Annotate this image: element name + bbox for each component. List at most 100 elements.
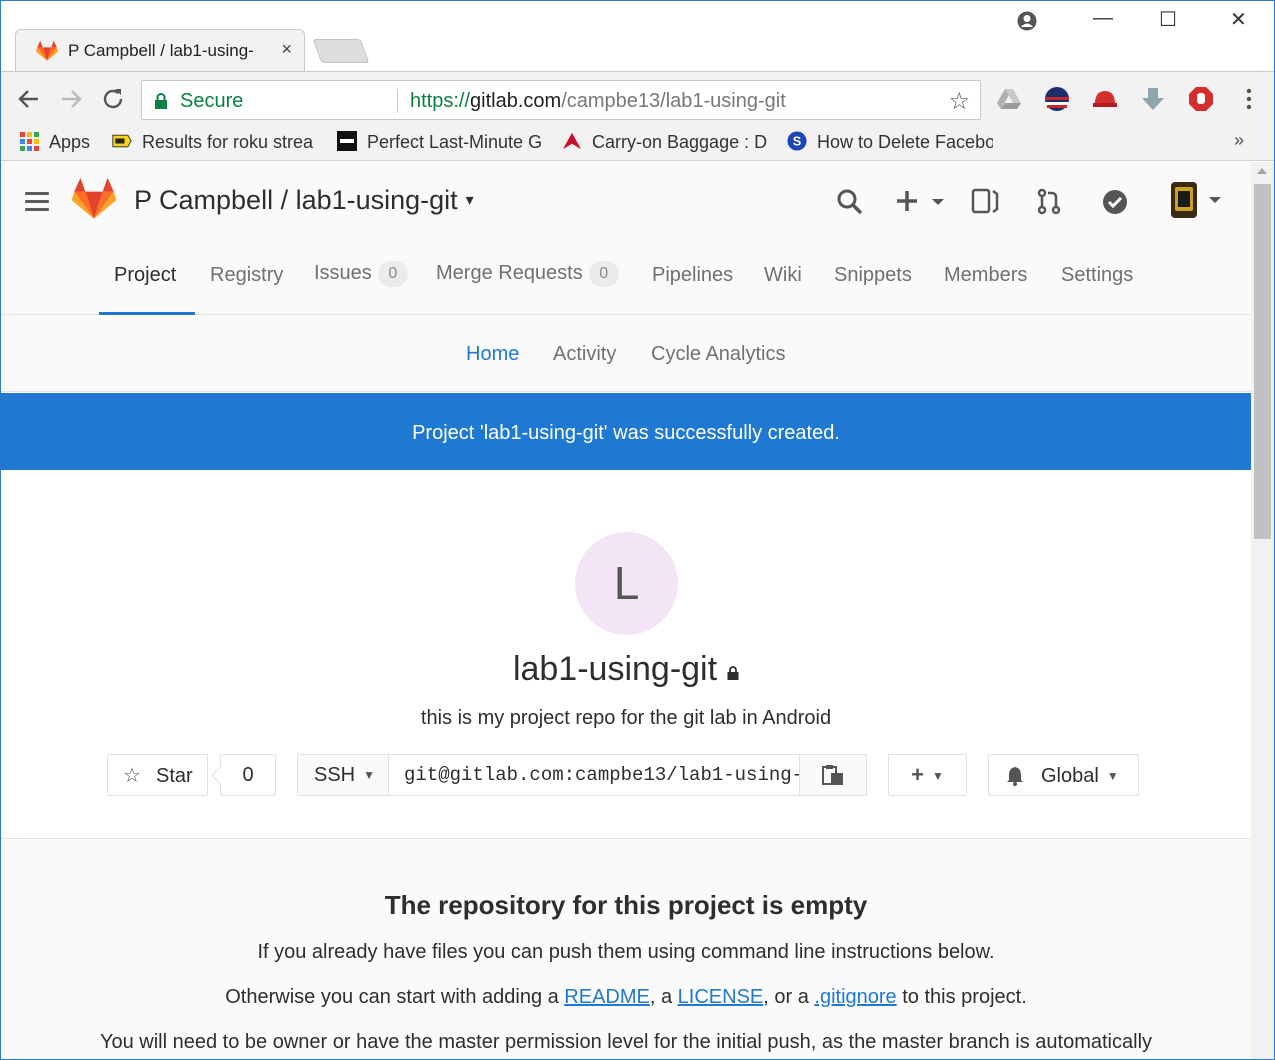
tab-strip: P Campbell / lab1-using- × — ☐ ✕ [1, 1, 1274, 71]
issues-panel-icon[interactable] [971, 188, 999, 216]
browser-toolbar: Secure https://gitlab.com/campbe13/lab1-… [1, 71, 1274, 125]
stop-hand-icon[interactable] [1188, 86, 1214, 112]
project-subnav: Home Activity Cycle Analytics [1, 315, 1251, 392]
add-readme-link[interactable]: README [564, 986, 650, 1008]
bell-icon [1007, 767, 1023, 786]
star-count[interactable]: 0 [220, 754, 276, 796]
url-text[interactable]: https://gitlab.com/campbe13/lab1-using-g… [410, 90, 786, 113]
empty-repo-line3: You will need to be owner or have the ma… [99, 1031, 1153, 1053]
chevron-down-icon: ▼ [363, 768, 376, 782]
project-title-dropdown[interactable]: P Campbell / lab1-using-git ▾ [134, 185, 474, 216]
notification-level: Global ▼ [1041, 765, 1119, 788]
bookmark-label: Carry-on Baggage : D [592, 132, 768, 152]
bookmark-apps[interactable]: Apps [19, 131, 99, 155]
hamburger-menu-icon[interactable] [25, 192, 49, 212]
gitlab-favicon-icon [36, 40, 58, 61]
subnav-activity[interactable]: Activity [553, 343, 616, 366]
reload-icon[interactable] [100, 86, 126, 112]
nav-merge-requests[interactable]: Merge Requests 0 [436, 261, 619, 287]
subnav-cycle-analytics[interactable]: Cycle Analytics [651, 343, 786, 366]
nav-settings[interactable]: Settings [1061, 264, 1133, 287]
line2-text: , or a [763, 986, 815, 1008]
nav-project[interactable]: Project [114, 264, 176, 287]
empty-repo-title: The repository for this project is empty [384, 890, 868, 920]
nav-issues[interactable]: Issues 0 [314, 261, 408, 287]
download-arrow-icon[interactable] [1140, 86, 1166, 112]
add-license-link[interactable]: LICENSE [678, 986, 764, 1008]
notification-dropdown[interactable]: Global ▼ [988, 754, 1139, 796]
bookmark-label: Perfect Last-Minute G [367, 132, 543, 152]
add-gitignore-link[interactable]: .gitignore [814, 986, 896, 1008]
search-icon[interactable] [836, 188, 864, 216]
project-breadcrumb: P Campbell / lab1-using-git [134, 185, 458, 215]
url-path: /campbe13/lab1-using-git [561, 90, 786, 112]
todos-check-icon[interactable] [1101, 188, 1129, 216]
nav-issues-label: Issues [314, 262, 372, 284]
project-name-text: lab1-using-git [512, 650, 718, 688]
browser-tab[interactable]: P Campbell / lab1-using- × [15, 29, 305, 71]
star-icon: ☆ [123, 765, 141, 787]
bookmark-roku[interactable]: Results for roku strea [112, 131, 316, 155]
close-window-button[interactable]: ✕ [1230, 7, 1247, 32]
profile-icon[interactable] [1017, 11, 1037, 31]
bookmark-label: Results for roku strea [142, 132, 314, 152]
nav-registry[interactable]: Registry [210, 264, 283, 287]
clone-protocol-label: SSH [314, 764, 356, 786]
minimize-button[interactable]: — [1093, 7, 1113, 30]
nav-merge-requests-label: Merge Requests [436, 262, 583, 284]
more-bookmarks-icon[interactable]: » [1234, 130, 1244, 151]
address-bar[interactable]: Secure https://gitlab.com/campbe13/lab1-… [141, 80, 981, 120]
merge-requests-count-badge: 0 [588, 261, 619, 287]
empty-repo-line1: If you already have files you can push t… [257, 941, 995, 963]
clone-protocol-dropdown[interactable]: SSH ▼ [298, 755, 389, 795]
tab-close-icon[interactable]: × [281, 39, 292, 60]
back-arrow-icon[interactable] [16, 86, 42, 112]
chevron-down-icon: ▾ [465, 192, 474, 209]
nav-snippets[interactable]: Snippets [834, 264, 912, 287]
scrollbar-thumb[interactable] [1254, 184, 1271, 539]
private-lock-icon [727, 666, 739, 680]
project-name: lab1-using-git [1, 650, 1251, 689]
scroll-up-icon[interactable] [1257, 168, 1267, 174]
project-description: this is my project repo for the git lab … [420, 707, 832, 729]
nav-pipelines[interactable]: Pipelines [652, 264, 733, 287]
svg-text:S: S [793, 134, 801, 149]
subnav-home[interactable]: Home [466, 343, 519, 366]
gitlab-logo-icon[interactable] [71, 178, 117, 220]
delta-icon [562, 132, 582, 150]
gitlab-header: P Campbell / lab1-using-git ▾ [1, 162, 1251, 242]
merge-request-icon[interactable] [1035, 188, 1063, 216]
issues-count-badge: 0 [377, 261, 408, 287]
bestbuy-icon [112, 134, 132, 148]
url-host: gitlab.com [470, 90, 562, 112]
google-drive-icon[interactable] [996, 86, 1022, 112]
add-file-dropdown[interactable]: + ▼ [888, 754, 967, 796]
project-nav: Project Registry Issues 0 Merge Requests 0… [1, 242, 1251, 315]
copy-url-button[interactable] [799, 755, 866, 795]
flag-extension-icon[interactable] [1044, 86, 1070, 112]
url-scheme: https:// [410, 90, 471, 112]
nav-members[interactable]: Members [944, 264, 1027, 287]
nav-wiki[interactable]: Wiki [764, 264, 802, 287]
line2-text: Otherwise you can start with adding a [225, 986, 565, 1008]
vertical-scrollbar[interactable] [1251, 162, 1274, 1059]
digg-icon [337, 131, 357, 151]
new-item-plus-icon[interactable] [894, 188, 948, 216]
chrome-menu-icon[interactable] [1236, 86, 1262, 112]
secure-label: Secure [180, 90, 244, 112]
bookmark-facebook[interactable]: S How to Delete Facebo [787, 131, 993, 155]
browser-window: P Campbell / lab1-using- × — ☐ ✕ Secure … [0, 0, 1275, 1060]
s-circle-icon: S [787, 131, 807, 151]
bookmark-star-icon[interactable]: ☆ [948, 87, 970, 116]
bookmark-label: How to Delete Facebo [817, 132, 993, 152]
user-avatar-icon[interactable] [1169, 180, 1227, 220]
bookmark-digg[interactable]: Perfect Last-Minute G [337, 131, 544, 155]
clone-url-input[interactable]: git@gitlab.com:campbe13/lab1-using-git.g… [390, 755, 800, 795]
plus-icon: + [911, 762, 924, 787]
new-tab-button[interactable] [312, 39, 370, 63]
star-button[interactable]: ☆ Star [107, 754, 208, 796]
forward-arrow-icon[interactable] [58, 86, 84, 112]
red-cap-extension-icon[interactable] [1092, 86, 1118, 112]
bookmark-delta[interactable]: Carry-on Baggage : D [562, 131, 769, 155]
maximize-button[interactable]: ☐ [1159, 7, 1177, 32]
